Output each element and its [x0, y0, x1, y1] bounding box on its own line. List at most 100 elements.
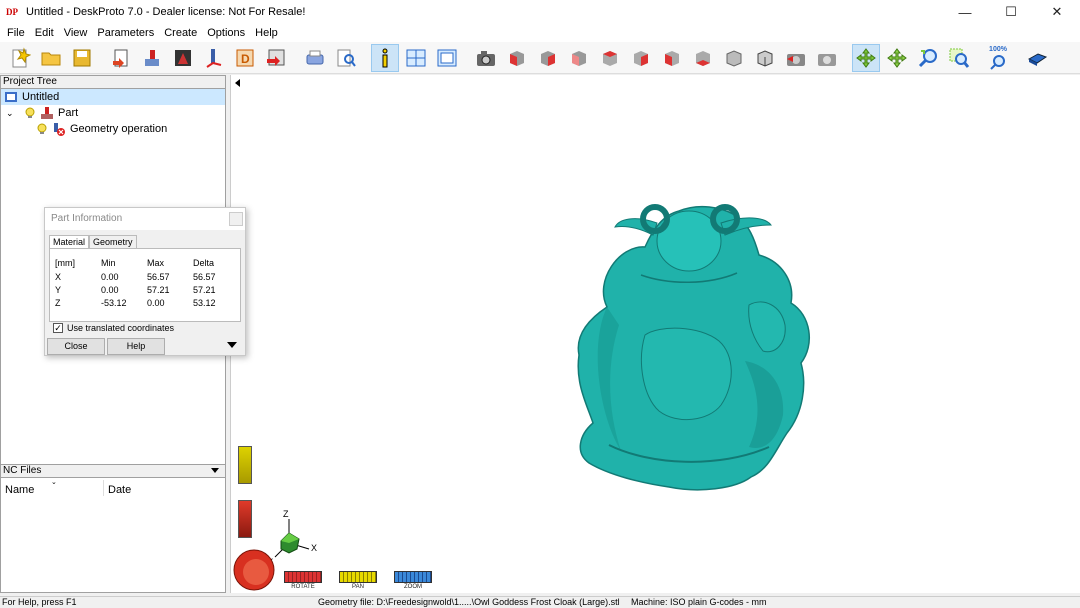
- dropdown-arrow-icon[interactable]: [211, 468, 219, 473]
- info-icon[interactable]: [371, 43, 399, 72]
- pan-view-icon[interactable]: [883, 44, 911, 72]
- status-help: For Help, press F1: [2, 597, 77, 607]
- row-z-min: -53.12: [101, 298, 127, 308]
- view-left-icon[interactable]: [596, 44, 624, 72]
- view-bottom-icon[interactable]: [689, 44, 717, 72]
- pan-label: PAN: [352, 584, 364, 590]
- dxf-icon[interactable]: D: [231, 44, 259, 72]
- tab-geometry[interactable]: Geometry: [89, 235, 137, 249]
- row-z-label: Z: [55, 298, 61, 308]
- zoom-100-label: 100%: [989, 45, 1007, 53]
- view-right-icon[interactable]: [627, 44, 655, 72]
- camera-view-icon[interactable]: [472, 44, 500, 72]
- view-back-icon[interactable]: [565, 44, 593, 72]
- view-iso-icon[interactable]: [503, 44, 531, 72]
- new-file-icon[interactable]: [6, 44, 34, 72]
- header-delta: Delta: [193, 258, 215, 268]
- column-divider[interactable]: [103, 480, 104, 496]
- menu-edit[interactable]: Edit: [30, 27, 59, 39]
- row-y-delta: 57.21: [193, 285, 216, 295]
- save-icon[interactable]: [68, 44, 96, 72]
- row-y-min: 0.00: [101, 285, 119, 295]
- help-button[interactable]: Help: [107, 338, 165, 355]
- tab-material[interactable]: Material: [49, 235, 90, 249]
- zoom-window-icon[interactable]: [945, 44, 973, 72]
- bitmap-icon[interactable]: [169, 44, 197, 72]
- rotate-mode-button[interactable]: [284, 571, 322, 583]
- export-icon[interactable]: [262, 44, 290, 72]
- row-x-label: X: [55, 272, 62, 282]
- rotate-slider[interactable]: [238, 500, 252, 538]
- lightbulb-icon[interactable]: [24, 107, 36, 119]
- view-wireframe-icon[interactable]: [751, 44, 779, 72]
- menu-options[interactable]: Options: [202, 27, 250, 39]
- maximize-button[interactable]: ☐: [988, 0, 1034, 24]
- pan-mode-button[interactable]: [339, 571, 377, 583]
- translated-coordinates-checkbox[interactable]: ✓: [53, 323, 63, 333]
- pan-slider[interactable]: [238, 446, 252, 484]
- menu-view[interactable]: View: [59, 27, 93, 39]
- row-x-min: 0.00: [101, 272, 119, 282]
- close-button[interactable]: ✕: [1034, 0, 1080, 24]
- expand-arrow-icon[interactable]: [227, 342, 237, 348]
- help-book-icon[interactable]: [1023, 44, 1051, 72]
- menu-create[interactable]: Create: [159, 27, 202, 39]
- part-icon: [41, 107, 53, 119]
- menu-help[interactable]: Help: [250, 27, 283, 39]
- tree-item-untitled[interactable]: Untitled: [1, 89, 225, 105]
- preview-window-icon[interactable]: [433, 44, 461, 72]
- column-header-name[interactable]: Name: [5, 484, 34, 496]
- collapse-chevron-icon[interactable]: ⌄: [6, 108, 18, 119]
- model-3d[interactable]: [549, 185, 829, 505]
- operation-error-icon: [54, 123, 65, 136]
- row-y-max: 57.21: [147, 285, 170, 295]
- checkbox-label: Use translated coordinates: [67, 323, 175, 333]
- status-geometry-file: Geometry file: D:\Freedesignwold\1.....\…: [318, 597, 620, 607]
- open-folder-icon[interactable]: [37, 44, 65, 72]
- view-front-icon[interactable]: [534, 44, 562, 72]
- print-preview-icon[interactable]: [332, 44, 360, 72]
- tree-item-geometry-operation[interactable]: Geometry operation: [1, 121, 225, 137]
- zoom-view-icon[interactable]: [914, 44, 942, 72]
- header-unit: [mm]: [55, 258, 75, 268]
- part-information-dialog: Part Information Material Geometry [mm] …: [44, 207, 246, 356]
- axis-z-label: Z: [283, 509, 289, 519]
- nc-files-header: NC Files: [0, 464, 226, 478]
- rotate-dial[interactable]: [232, 548, 276, 592]
- project-icon: [5, 92, 17, 102]
- tree-item-label: Untitled: [22, 91, 60, 103]
- rotate-view-icon[interactable]: [852, 43, 880, 72]
- tree-item-label: Geometry operation: [70, 123, 168, 135]
- menu-file[interactable]: File: [2, 27, 30, 39]
- toolpath-icon[interactable]: [200, 44, 228, 72]
- app-icon: DP: [6, 7, 18, 17]
- nc-files-panel: NC Files Name ⌄ Date: [0, 464, 226, 593]
- nc-files-list: Name ⌄ Date: [0, 478, 226, 593]
- zoom-mode-button[interactable]: [394, 571, 432, 583]
- menu-bar: File Edit View Parameters Create Options…: [0, 24, 1080, 42]
- part-icon[interactable]: [138, 44, 166, 72]
- camera-next-icon[interactable]: [813, 44, 841, 72]
- print-icon[interactable]: [301, 44, 329, 72]
- dialog-close-icon[interactable]: [229, 212, 243, 226]
- layout-window-icon[interactable]: [402, 44, 430, 72]
- zoom-100-icon[interactable]: 100%: [984, 44, 1012, 72]
- 3d-viewport[interactable]: Z X Y: [230, 75, 1080, 593]
- view-top-icon[interactable]: [658, 44, 686, 72]
- import-geometry-icon[interactable]: [107, 44, 135, 72]
- tree-item-label: Part: [58, 107, 79, 119]
- minimize-button[interactable]: —: [942, 0, 988, 24]
- use-translated-coordinates[interactable]: ✓ Use translated coordinates: [53, 323, 174, 333]
- header-max: Max: [147, 258, 165, 268]
- view-shaded-icon[interactable]: [720, 44, 748, 72]
- menu-parameters[interactable]: Parameters: [92, 27, 159, 39]
- tree-item-part[interactable]: ⌄ Part: [1, 105, 225, 121]
- close-button[interactable]: Close: [47, 338, 105, 355]
- dialog-title[interactable]: Part Information: [45, 208, 245, 230]
- header-min: Min: [101, 258, 116, 268]
- lightbulb-icon[interactable]: [36, 123, 48, 135]
- column-header-date[interactable]: Date: [108, 484, 131, 496]
- camera-previous-icon[interactable]: [782, 44, 810, 72]
- collapse-panel-arrow-icon[interactable]: [235, 79, 240, 87]
- zoom-label: ZOOM: [404, 584, 422, 590]
